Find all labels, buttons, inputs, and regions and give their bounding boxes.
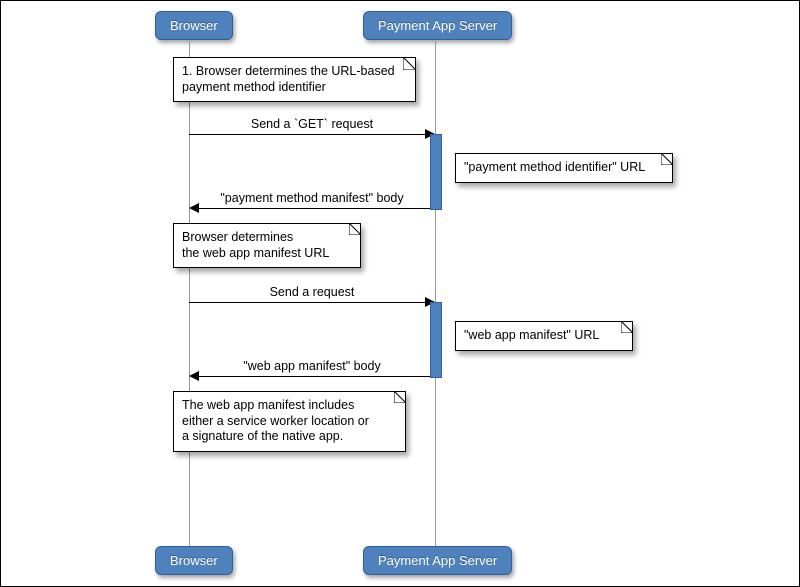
participant-label: Browser [170, 553, 218, 568]
message-arrow [189, 302, 425, 303]
note-web-manifest-url: Browser determines the web app manifest … [173, 223, 361, 268]
note-line: either a service worker location or [182, 414, 397, 430]
arrowhead-left-icon [189, 203, 199, 213]
note-dogear-icon [403, 57, 416, 70]
note-line: Browser determines [182, 230, 352, 246]
participant-label: Payment App Server [378, 553, 497, 568]
sequence-diagram: Browser Payment App Server Browser Payme… [0, 0, 800, 587]
message-arrow [189, 134, 425, 135]
participant-server-bottom: Payment App Server [363, 546, 512, 575]
participant-label: Browser [170, 18, 218, 33]
message-label: "web app manifest" body [189, 359, 435, 373]
message-label: Send a request [189, 285, 435, 299]
note-dogear-icon [394, 391, 406, 403]
message-arrow [199, 208, 430, 209]
note-line: payment method identifier [182, 80, 407, 96]
message-arrow [199, 376, 430, 377]
note-web-manifest: "web app manifest" URL [455, 321, 633, 351]
note-dogear-icon [661, 153, 673, 165]
arrowhead-left-icon [189, 371, 199, 381]
note-dogear-icon [621, 321, 633, 333]
note-line: The web app manifest includes [182, 398, 397, 414]
message-label: Send a `GET` request [189, 117, 435, 131]
note-line: a signature of the native app. [182, 429, 397, 445]
note-line: "web app manifest" URL [464, 328, 599, 342]
note-line: 1. Browser determines the URL-based [182, 64, 407, 80]
note-step1: 1. Browser determines the URL-based paym… [173, 57, 416, 102]
participant-browser-bottom: Browser [155, 546, 233, 575]
note-line: "payment method identifier" URL [464, 160, 645, 174]
participant-server-top: Payment App Server [363, 11, 512, 40]
note-line: the web app manifest URL [182, 246, 352, 262]
participant-browser-top: Browser [155, 11, 233, 40]
message-label: "payment method manifest" body [189, 191, 435, 205]
note-pmid-url: "payment method identifier" URL [455, 153, 673, 183]
lifeline-server [435, 41, 436, 546]
note-dogear-icon [349, 223, 361, 235]
note-manifest-includes: The web app manifest includes either a s… [173, 391, 406, 452]
participant-label: Payment App Server [378, 18, 497, 33]
